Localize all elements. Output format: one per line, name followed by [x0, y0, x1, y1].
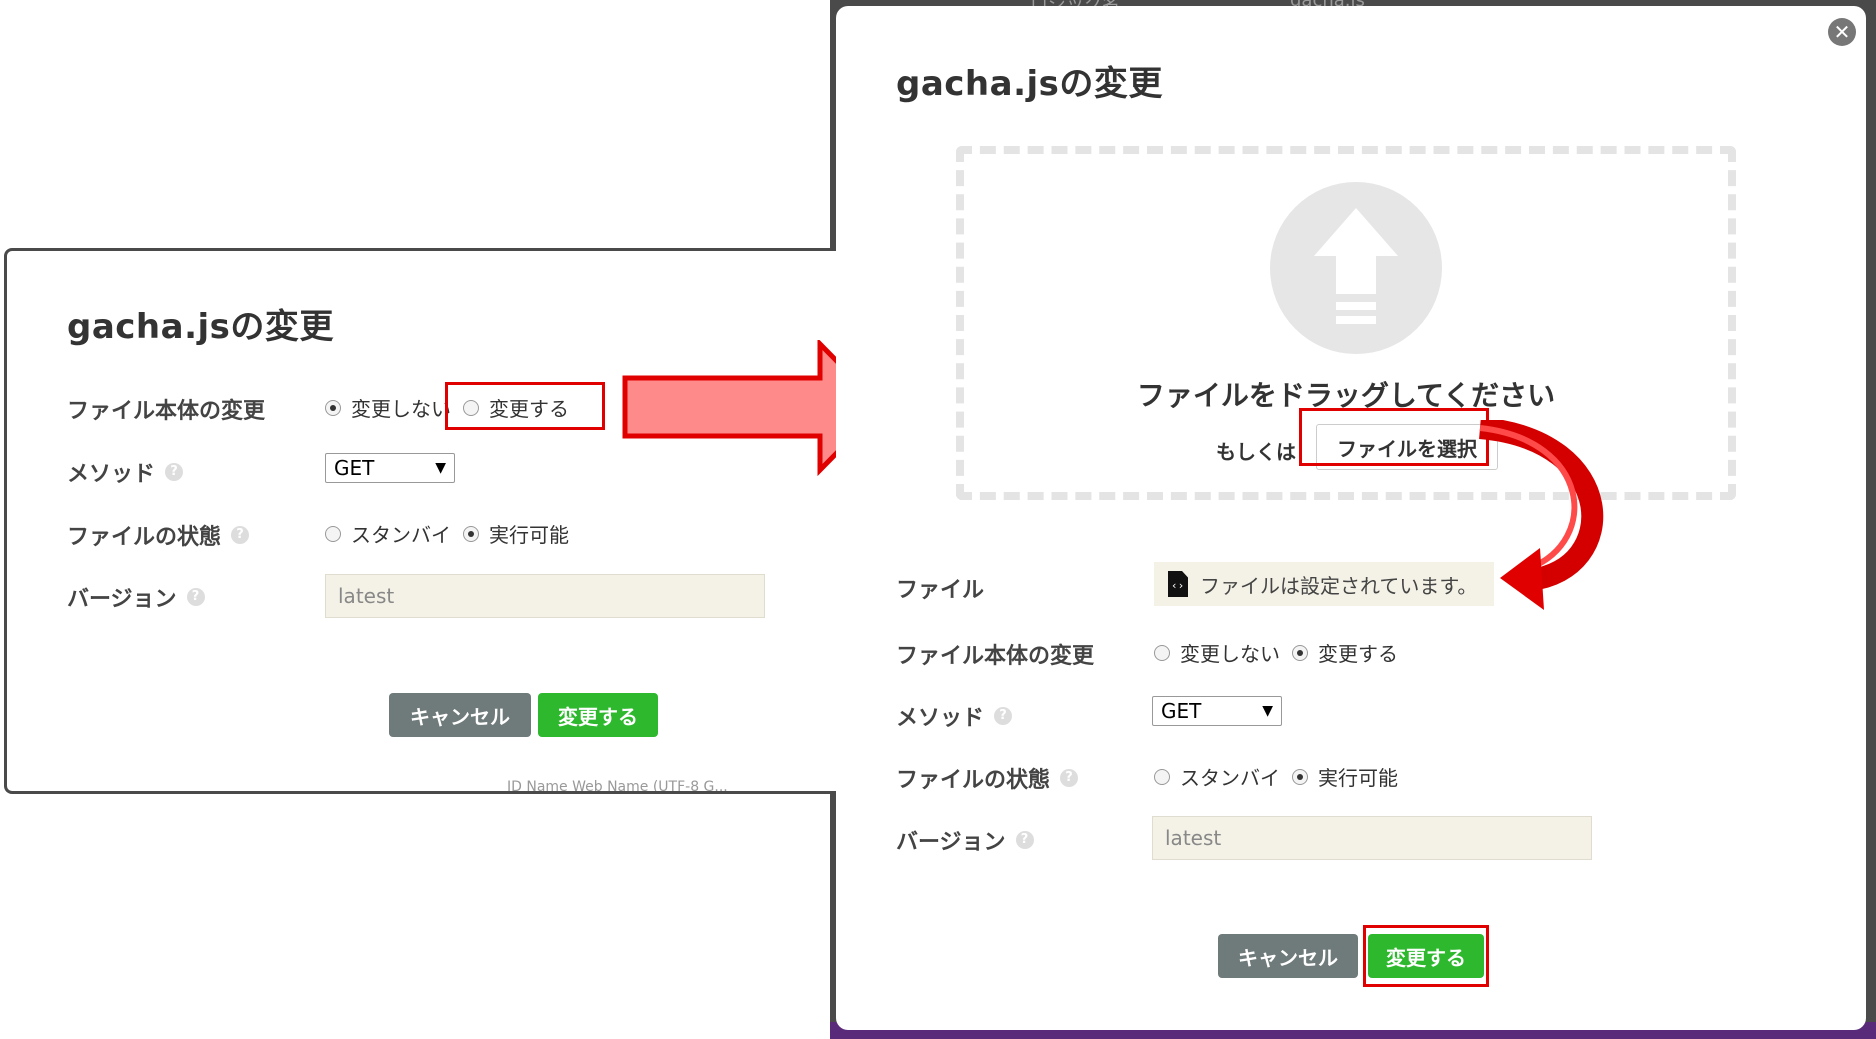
radio-executable-label: 実行可能 — [1318, 766, 1398, 790]
version-label: バージョン ? — [67, 581, 205, 613]
radio-executable-label: 実行可能 — [489, 523, 569, 547]
file-label: ファイル — [896, 572, 984, 604]
radio-no-change-label: 変更しない — [1180, 642, 1280, 666]
file-status-box: ‹› ファイルは設定されています。 — [1154, 562, 1494, 606]
method-label: メソッド ? — [67, 456, 184, 488]
radio-standby[interactable] — [1154, 768, 1170, 785]
file-change-label: ファイル本体の変更 — [896, 638, 1094, 670]
method-label: メソッド ? — [896, 700, 1013, 732]
annotation-curved-arrow-icon — [1478, 420, 1604, 610]
cancel-button[interactable]: キャンセル — [1218, 934, 1358, 978]
method-select[interactable]: GET ▼ — [325, 453, 455, 483]
radio-change[interactable] — [463, 399, 479, 416]
version-label: バージョン ? — [896, 824, 1034, 856]
submit-button[interactable]: 変更する — [1368, 934, 1484, 978]
radio-no-change[interactable] — [325, 399, 341, 416]
version-label-text: バージョン — [67, 587, 177, 612]
cancel-button[interactable]: キャンセル — [389, 693, 531, 737]
background-table-header-partial: ID Name Web Name (UTF-8 G... — [507, 779, 728, 794]
radio-executable[interactable] — [463, 525, 479, 542]
help-icon[interactable]: ? — [186, 588, 205, 606]
radio-change[interactable] — [1292, 644, 1308, 661]
file-drop-zone[interactable]: ファイルをドラッグしてください もしくは ファイルを選択 — [956, 146, 1736, 500]
method-label-text: メソッド — [896, 706, 985, 731]
help-icon[interactable]: ? — [231, 526, 250, 544]
file-label-text: ファイル — [896, 578, 985, 603]
file-change-label-text: ファイル本体の変更 — [896, 644, 1095, 669]
dialog-title: gacha.jsの変更 — [896, 64, 1163, 104]
upload-icon — [1270, 182, 1442, 354]
version-input[interactable]: latest — [1152, 816, 1592, 860]
chevron-down-icon: ▼ — [1262, 703, 1273, 719]
submit-button[interactable]: 変更する — [538, 693, 658, 737]
radio-standby-label: スタンバイ — [351, 523, 451, 547]
help-icon[interactable]: ? — [994, 707, 1013, 725]
radio-no-change[interactable] — [1154, 644, 1170, 661]
file-state-radio-group: スタンバイ 実行可能 — [1154, 762, 1410, 791]
close-icon[interactable]: ✕ — [1828, 18, 1856, 46]
or-label: もしくは — [1216, 440, 1296, 464]
radio-change-label: 変更する — [489, 397, 569, 421]
file-state-radio-group: スタンバイ 実行可能 — [325, 519, 581, 548]
file-change-label: ファイル本体の変更 — [67, 393, 265, 425]
method-select-value: GET — [334, 456, 375, 480]
method-select[interactable]: GET ▼ — [1152, 696, 1282, 726]
file-state-label: ファイルの状態 ? — [896, 762, 1079, 794]
help-icon[interactable]: ? — [165, 463, 184, 481]
file-state-label-text: ファイルの状態 — [67, 525, 222, 550]
file-status-text: ファイルは設定されています。 — [1200, 573, 1478, 598]
radio-standby-label: スタンバイ — [1180, 766, 1280, 790]
file-state-label-text: ファイルの状態 — [896, 768, 1051, 793]
edit-logic-dialog-before: gacha.jsの変更 ファイル本体の変更 変更しない 変更する メソッド ? … — [4, 248, 867, 794]
radio-standby[interactable] — [325, 525, 341, 542]
method-select-value: GET — [1161, 699, 1202, 723]
version-label-text: バージョン — [896, 830, 1006, 855]
method-label-text: メソッド — [67, 462, 156, 487]
version-input[interactable]: latest — [325, 574, 765, 618]
drop-instruction: ファイルをドラッグしてください — [1136, 379, 1556, 412]
dialog-title: gacha.jsの変更 — [67, 307, 334, 347]
help-icon[interactable]: ? — [1015, 831, 1034, 849]
code-file-icon: ‹› — [1168, 571, 1188, 597]
file-change-label-text: ファイル本体の変更 — [67, 399, 266, 424]
chevron-down-icon: ▼ — [435, 460, 446, 476]
file-change-radio-group: 変更しない 変更する — [325, 393, 581, 422]
radio-no-change-label: 変更しない — [351, 397, 451, 421]
radio-executable[interactable] — [1292, 768, 1308, 785]
help-icon[interactable]: ? — [1060, 769, 1079, 787]
edit-logic-dialog-after: ✕ gacha.jsの変更 ファイルをドラッグしてください もしくは ファイルを… — [836, 6, 1866, 1030]
file-change-radio-group: 変更しない 変更する — [1154, 638, 1410, 667]
file-state-label: ファイルの状態 ? — [67, 519, 250, 551]
radio-change-label: 変更する — [1318, 642, 1398, 666]
